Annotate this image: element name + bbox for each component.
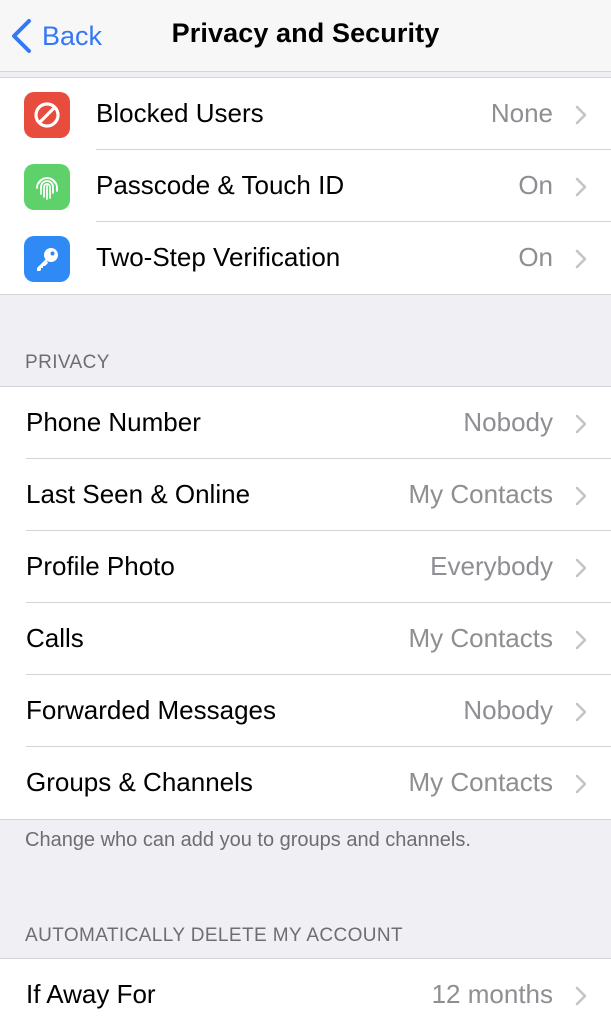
privacy-group: Phone Number Nobody Last Seen & Online M… [0,386,611,820]
row-label: Blocked Users [96,98,264,128]
row-value: My Contacts [408,767,554,797]
row-label: Calls [26,623,84,653]
row-label: Last Seen & Online [26,479,251,509]
navigation-bar: Back Privacy and Security [0,0,611,72]
row-label: If Away For [26,979,156,1009]
row-value: My Contacts [408,479,554,509]
row-value: On [518,170,553,200]
row-value: My Contacts [408,623,554,653]
chevron-right-icon [575,774,587,794]
chevron-right-icon [575,105,587,125]
phone-number-row[interactable]: Phone Number Nobody [0,387,611,459]
security-group: Blocked Users None Passcode & Touch ID O… [0,77,611,295]
chevron-right-icon [575,630,587,650]
chevron-right-icon [575,702,587,722]
row-value: Nobody [463,407,553,437]
row-value: 12 months [431,979,553,1009]
chevron-right-icon [575,414,587,434]
groups-footer-note: Change who can add you to groups and cha… [25,829,471,851]
privacy-section-header: PRIVACY [25,352,110,373]
row-label: Groups & Channels [26,767,253,797]
chevron-right-icon [575,486,587,506]
delete-account-group: If Away For 12 months [0,958,611,1031]
row-label: Phone Number [26,407,201,437]
row-label: Forwarded Messages [26,695,276,725]
chevron-right-icon [575,986,587,1006]
row-value: None [490,98,553,128]
profile-photo-row[interactable]: Profile Photo Everybody [0,531,611,603]
row-value: On [518,242,553,272]
row-label: Passcode & Touch ID [96,170,345,200]
groups-channels-row[interactable]: Groups & Channels My Contacts [0,747,611,819]
row-label: Profile Photo [26,551,175,581]
last-seen-online-row[interactable]: Last Seen & Online My Contacts [0,459,611,531]
blocked-icon [24,92,70,138]
calls-row[interactable]: Calls My Contacts [0,603,611,675]
chevron-right-icon [575,177,587,197]
chevron-right-icon [575,558,587,578]
page-title: Privacy and Security [171,18,440,48]
blocked-users-row[interactable]: Blocked Users None [0,78,611,150]
fingerprint-icon [24,164,70,210]
row-value: Everybody [430,551,553,581]
row-value: Nobody [463,695,553,725]
if-away-for-row[interactable]: If Away For 12 months [0,959,611,1031]
passcode-touch-id-row[interactable]: Passcode & Touch ID On [0,150,611,222]
two-step-verification-row[interactable]: Two-Step Verification On [0,222,611,294]
row-label: Two-Step Verification [96,242,341,272]
chevron-right-icon [575,249,587,269]
forwarded-messages-row[interactable]: Forwarded Messages Nobody [0,675,611,747]
delete-account-section-header: AUTOMATICALLY DELETE MY ACCOUNT [25,925,404,946]
key-icon [24,236,70,282]
